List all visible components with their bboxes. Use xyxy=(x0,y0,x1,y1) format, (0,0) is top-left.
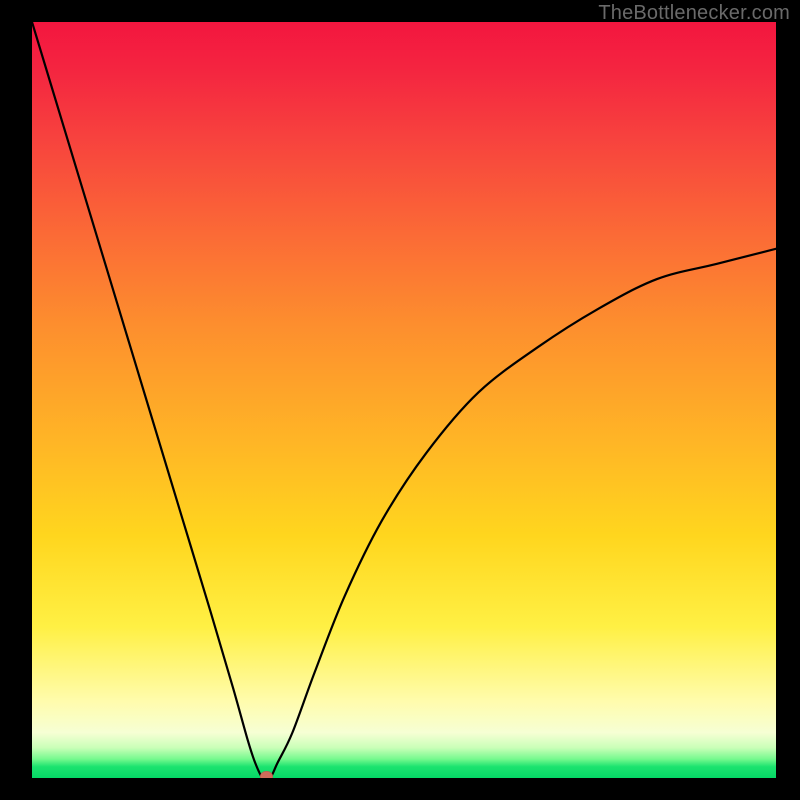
chart-frame: TheBottlenecker.com xyxy=(0,0,800,800)
plot-area xyxy=(32,22,776,778)
watermark-text: TheBottlenecker.com xyxy=(598,2,790,25)
bottleneck-curve xyxy=(32,22,776,778)
curve-minimum-marker xyxy=(260,771,273,778)
